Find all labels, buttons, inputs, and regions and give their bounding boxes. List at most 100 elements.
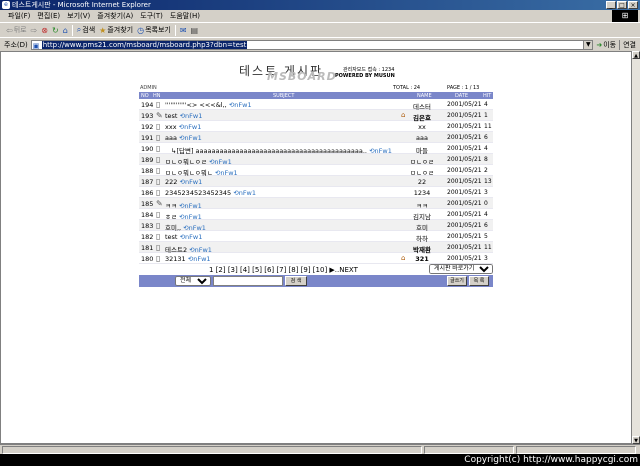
favorites-button[interactable]: ★ 즐겨찾기 [99,25,133,35]
search-submit-button[interactable]: 검 색 [285,276,307,286]
post-author[interactable]: xx [399,123,445,131]
menu-edit[interactable]: 편집(E) [37,11,60,21]
table-row[interactable]: 192 ▯ xxx ⟲nFw1 xx 2001/05/21 11 [139,121,493,132]
table-row[interactable]: 185 ✎ ㅋㅋ ⟲nFw1 ㅋㅋ 2001/05/21 0 [139,198,493,210]
document-icon: ▯ [156,144,161,153]
document-icon: ▯ [156,232,161,241]
admin-link[interactable]: ADMIN [140,85,157,91]
post-date: 2001/05/21 [447,123,482,130]
reply-tag: nFw1 [184,134,202,142]
write-button[interactable]: 글쓰기 [447,276,467,286]
page-icon: ▣ [32,41,40,50]
forward-button[interactable]: ⇨ [31,26,38,35]
links-button[interactable]: 연결 [619,39,636,50]
address-bar: 주소(D) ▣ http://www.pms21.com/msboard/msb… [0,37,640,51]
post-hits: 1 [484,112,488,119]
page-links[interactable]: 1 [2] [3] [4] [5] [6] [7] [8] [9] [10] ▶… [209,266,358,274]
post-number: 188 [141,167,154,175]
post-hits: 4 [484,145,488,152]
post-author[interactable]: 1234 [399,189,445,197]
table-row[interactable]: 189 ▯ ㅁㄴㅇ뭐ㄴㅇㄹ ⟲nFw1 ㅁㄴㅇㄹ 2001/05/21 8 [139,154,493,166]
menu-favorites[interactable]: 즐겨찾기(A) [97,11,133,21]
status-text [2,446,422,454]
reply-tag: nFw1 [238,189,257,197]
menu-file[interactable]: 파일(F) [8,11,30,21]
search-scope-select[interactable]: 전체 [175,276,211,286]
mail-button[interactable]: ✉ [180,26,187,35]
reply-tag: nFw1 [184,178,203,186]
post-number: 194 [141,101,154,109]
post-date: 2001/05/21 [447,200,482,207]
table-row[interactable]: 187 ▯ 222 ⟲nFw1 22 2001/05/21 13 [139,176,493,187]
page-viewport: 테스트 게시판 MSBOARD 관리자모드 접속 : 1234 POWERED … [0,51,632,444]
search-input[interactable] [213,276,283,286]
post-subject-link[interactable]: ''''''''''''<> <<<&l,, ⟲nFw1 [165,101,252,109]
close-button[interactable]: × [628,1,638,9]
post-number: 180 [141,255,154,263]
post-subject-link[interactable]: test ⟲nFw1 [165,112,202,120]
post-hits: 13 [484,178,492,185]
home-button[interactable]: ⌂ [63,26,68,35]
document-icon: ▯ [156,243,161,252]
document-icon: ▯ [156,122,161,131]
go-button[interactable]: ➜ 이동 [596,40,616,50]
post-number: 186 [141,189,154,197]
toolbar-separator [71,24,73,36]
board-jump-select[interactable]: 게시판 바로가기 [429,264,493,274]
post-subject-link[interactable]: 2345234523452345 ⟲nFw1 [165,189,256,197]
list-button[interactable]: 목 록 [469,276,489,286]
scroll-down-icon[interactable]: ▼ [632,436,640,444]
history-button[interactable]: ◷ 목록보기 [137,25,171,35]
post-subject-link[interactable]: 32131 ⟲nFw1 [165,255,211,263]
post-subject-link[interactable]: test ⟲nFw1 [165,233,202,241]
go-arrow-icon: ➜ [596,40,603,49]
post-hits: 3 [484,255,488,262]
home-icon: ⌂ [62,25,68,35]
post-subject-link[interactable]: 222 ⟲nFw1 [165,178,202,186]
table-row[interactable]: 194 ▯ ''''''''''''<> <<<&l,, ⟲nFw1 데스터 2001/… [139,99,493,111]
favorites-icon: ★ [99,25,107,35]
maximize-button[interactable]: □ [617,1,627,9]
table-row[interactable]: 190 ▯ ↳[답변] aaaaaaaaaaaaaaaaaaaaaaaaaaaaaa… [139,143,493,155]
search-button[interactable]: ⌕ 검색 [77,25,95,35]
table-row[interactable]: 186 ▯ 2345234523452345 ⟲nFw1 1234 2001/05/21… [139,187,493,198]
menu-tools[interactable]: 도구(T) [140,11,163,21]
menu-bar: 파일(F) 편집(E) 보기(V) 즐겨찾기(A) 도구(T) 도움말(H) ⊞ [0,10,640,22]
stop-button[interactable]: ⊗ [41,26,48,35]
print-icon: ▤ [190,25,199,35]
board: 테스트 게시판 MSBOARD 관리자모드 접속 : 1234 POWERED … [139,60,493,287]
table-row[interactable]: 182 ▯ test ⟲nFw1 하하 2001/05/21 5 [139,231,493,243]
post-hits: 8 [484,156,488,163]
table-row[interactable]: 191 ▯ aaa ⟲nFw1 aaa 2001/05/21 6 [139,132,493,143]
menu-view[interactable]: 보기(V) [67,11,90,21]
page-indicator: PAGE : 1 / 13 [447,85,480,91]
post-author[interactable]: aaa [399,134,445,142]
refresh-button[interactable]: ↻ [52,26,59,35]
table-row[interactable]: 183 ▯ 호미,, ⟲nFw1 호미 2001/05/21 6 [139,220,493,232]
minimize-button[interactable]: _ [606,1,616,9]
post-subject-link[interactable]: aaa ⟲nFw1 [165,134,202,142]
table-row[interactable]: 180 ▯ 32131 ⟲nFw1 ⌂ 321 2001/05/21 3 [139,253,493,264]
post-number: 191 [141,134,154,142]
table-row[interactable]: 193 ✎ test ⟲nFw1 ⌂ 김은효 2001/05/21 1 [139,110,493,122]
toolbar-separator [174,24,176,36]
menu-help[interactable]: 도움말(H) [170,11,200,21]
address-dropdown-icon[interactable]: ▼ [583,40,593,49]
msboard-logo: MSBOARD [267,70,337,83]
post-subject-link[interactable]: xxx ⟲nFw1 [165,123,201,131]
scroll-up-icon[interactable]: ▲ [632,51,640,59]
document-icon: ▯ [156,188,161,197]
status-bar [0,444,640,454]
table-row[interactable]: 181 ▯ 테스트2 ⟲nFw1 박재환 2001/05/21 11 [139,242,493,254]
back-button[interactable]: ⇦ 뒤로 [6,25,27,35]
post-date: 2001/05/21 [447,222,482,229]
table-row[interactable]: 188 ▯ ㅁㄴㅇ뭐ㄴㅇ뭐ㄴ ⟲nFw1 ㅁㄴㅇㄹ 2001/05/21 2 [139,165,493,177]
address-input[interactable]: ▣ http://www.pms21.com/msboard/msboard.p… [30,39,594,50]
table-row[interactable]: 184 ▯ ㅎㄹ ⟲nFw1 김지남 2001/05/21 4 [139,209,493,221]
post-number: 182 [141,233,154,241]
post-number: 192 [141,123,154,131]
post-author[interactable]: 22 [399,178,445,186]
post-author[interactable]: 321 [399,255,445,263]
print-button[interactable]: ▤ [191,26,199,35]
vertical-scrollbar[interactable]: ▲ ▼ [632,51,640,444]
